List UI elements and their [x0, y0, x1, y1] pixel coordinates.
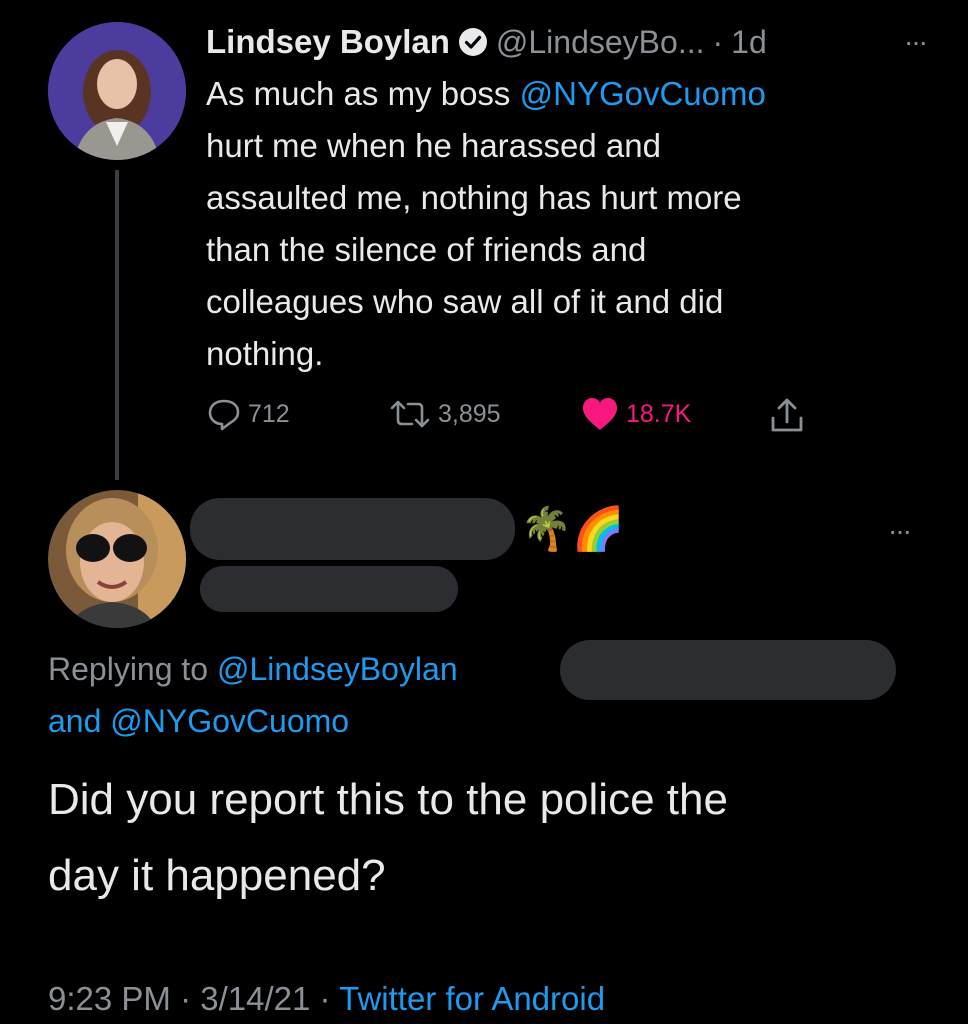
replying-to-line-2: and @NYGovCuomo — [48, 695, 928, 747]
author-avatar-image — [48, 22, 186, 160]
redacted-mention — [560, 640, 896, 700]
replying-and-label: and — [48, 703, 111, 739]
more-options-icon[interactable]: ··· — [904, 26, 928, 58]
tweet-text-line: colleagues who saw all of it and did — [206, 283, 724, 320]
tweet-text-line: As much as my boss @NYGovCuomo — [206, 68, 926, 120]
reply-meta: 9:23 PM · 3/14/21 · Twitter for Android — [48, 980, 605, 1018]
meta-separator: · — [319, 980, 331, 1017]
replying-to-mention-2[interactable]: @NYGovCuomo — [110, 703, 349, 739]
redacted-display-name — [190, 498, 515, 560]
retweet-action[interactable]: 3,895 — [388, 396, 501, 432]
tweet-text-line: than the silence of friends and — [206, 231, 647, 268]
tweet-header: Lindsey Boylan @LindseyBo... · 1d ··· — [206, 20, 928, 64]
tweet-text-line: hurt me when he harassed and — [206, 127, 661, 164]
share-action[interactable] — [768, 396, 806, 436]
verified-badge-icon — [458, 27, 488, 57]
reply-count: 712 — [248, 399, 290, 428]
reply-text-line: Did you report this to the police the — [48, 775, 728, 824]
like-action[interactable]: 18.7K — [580, 396, 691, 432]
heart-icon — [580, 396, 620, 432]
retweet-icon — [388, 396, 432, 432]
reply-more-options-icon[interactable]: ··· — [888, 515, 912, 547]
reply-text: Did you report this to the police the da… — [48, 762, 948, 914]
reply-action[interactable]: 712 — [206, 396, 290, 432]
mention-link[interactable]: @NYGovCuomo — [520, 75, 766, 112]
reply-time: 9:23 PM — [48, 980, 171, 1017]
reply-source-link[interactable]: Twitter for Android — [339, 980, 605, 1017]
author-name[interactable]: Lindsey Boylan — [206, 23, 450, 61]
tweet-text-intro: As much as my boss — [206, 75, 520, 112]
header-separator: · — [712, 23, 724, 60]
tweet-age[interactable]: 1d — [731, 24, 767, 61]
like-count: 18.7K — [626, 399, 692, 428]
reply-icon — [206, 396, 242, 432]
meta-separator: · — [180, 980, 192, 1017]
retweet-count: 3,895 — [438, 399, 501, 428]
replier-avatar-image — [48, 490, 186, 628]
thread-connector-line — [115, 170, 119, 480]
tweet-text-line: nothing. — [206, 335, 324, 372]
author-handle[interactable]: @LindseyBo... — [496, 24, 705, 61]
replier-avatar[interactable] — [48, 490, 186, 628]
palm-tree-emoji: 🌴 — [520, 505, 573, 552]
reply-date: 3/14/21 — [200, 980, 311, 1017]
rainbow-emoji: 🌈 — [572, 505, 625, 552]
author-avatar[interactable] — [48, 22, 186, 160]
reply-text-line: day it happened? — [48, 851, 386, 900]
replying-to-label: Replying to — [48, 651, 217, 687]
redacted-handle — [200, 566, 458, 612]
tweet-text: As much as my boss @NYGovCuomo hurt me w… — [206, 68, 926, 380]
share-icon — [768, 396, 806, 436]
replying-to-mention-1[interactable]: @LindseyBoylan — [217, 651, 458, 687]
tweet-text-line: assaulted me, nothing has hurt more — [206, 179, 742, 216]
